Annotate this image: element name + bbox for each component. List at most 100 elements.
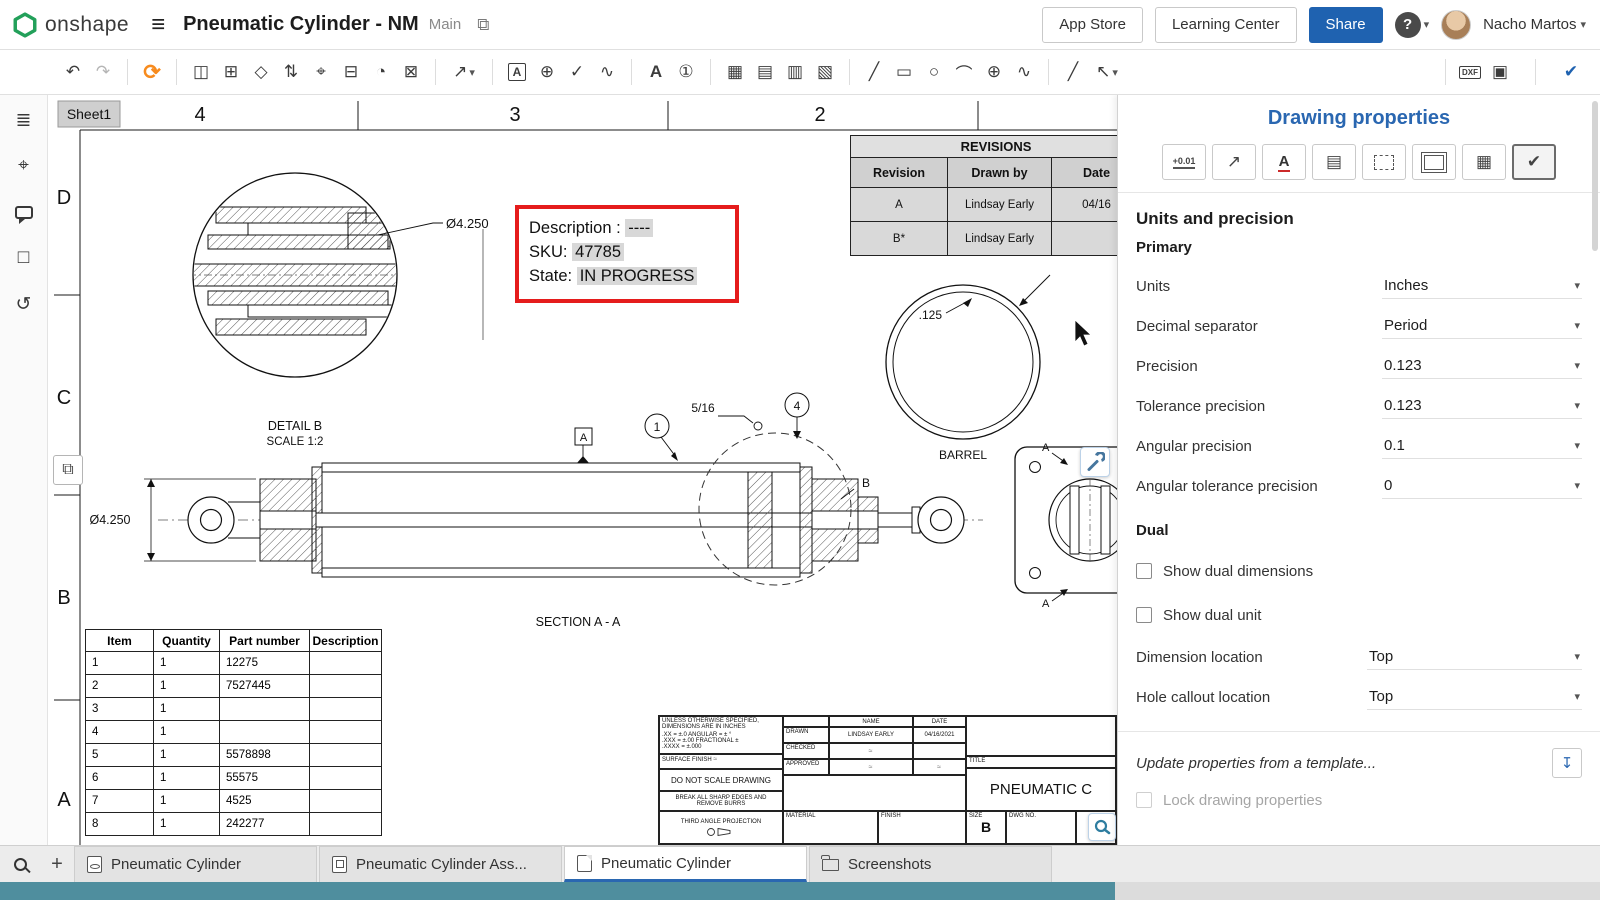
tab-drawing[interactable]: Pneumatic Cylinder [564,846,807,882]
projected-view-button[interactable]: ⊞ [216,57,246,87]
add-tab-button[interactable]: + [40,846,74,882]
tab-assembly[interactable]: Pneumatic Cylinder Ass... [319,846,562,882]
tab-part-studio[interactable]: Pneumatic Cylinder [74,846,317,882]
note-button[interactable]: A [502,57,532,87]
update-from-template-link[interactable]: Update properties from a template... [1136,755,1376,772]
share-button[interactable]: Share [1309,7,1383,43]
help-menu[interactable]: ? ▾ [1395,12,1430,38]
sketch-arc-button[interactable]: ⌒ [949,57,979,87]
table-button[interactable]: ▦ [720,57,750,87]
weld-symbol-button[interactable]: ✓ [562,57,592,87]
sketch-circle-button[interactable]: ○ [919,57,949,87]
insert-view-button[interactable]: ◫ [186,57,216,87]
detail-dimension[interactable]: Ø4.250 [446,216,489,231]
angular-precision-dropdown[interactable]: 0.1 ▾ [1382,433,1582,459]
toolbar-separator [631,59,632,85]
leader-button[interactable]: ↖ ▾ [1088,57,1126,87]
workspace-label[interactable]: Main [429,16,462,33]
parts-icon[interactable]: □ [9,243,39,273]
redo-button[interactable]: ↷ [88,57,118,87]
sketch-point-button[interactable]: ⊕ [979,57,1009,87]
history-icon[interactable]: ↺ [9,289,39,319]
text-button[interactable]: A [641,57,671,87]
sketch-line-button[interactable]: ╱ [859,57,889,87]
dimension-button[interactable]: ↗ ▾ [445,57,483,87]
surface-finish-button[interactable]: ∿ [592,57,622,87]
precision-style-button[interactable]: +0.01 [1162,144,1206,180]
table-style-button[interactable]: ▤ [1312,144,1356,180]
border-style-button[interactable] [1412,144,1456,180]
sheets-panel-button[interactable]: ⧉ [53,455,83,485]
table-cell: 5 [86,744,154,767]
onshape-logo[interactable]: onshape [0,12,129,38]
tab-search-button[interactable] [0,846,40,882]
tolerance-precision-dropdown[interactable]: 0.123 ▾ [1382,393,1582,419]
measure-tool-button[interactable] [1088,813,1116,841]
avatar[interactable] [1441,10,1471,40]
angular-tolerance-precision-dropdown[interactable]: 0 ▾ [1382,473,1582,499]
dimension-location-dropdown[interactable]: Top ▾ [1367,644,1582,670]
main-menu-icon[interactable]: ≡ [151,11,165,39]
export-dxf-button[interactable]: DXF [1455,57,1485,87]
balloon-callout[interactable]: 4 [785,393,809,439]
show-dual-dimensions-checkbox[interactable]: Show dual dimensions [1136,549,1582,593]
sheet-table-button[interactable]: ▦ [1462,144,1506,180]
context-tool-button[interactable] [1080,447,1110,477]
sketch-spline-button[interactable]: ∿ [1009,57,1039,87]
validation-settings-button[interactable]: ✔ [1512,144,1556,180]
units-dropdown[interactable]: Inches ▾ [1382,273,1582,299]
crop-view-button[interactable]: ⊠ [396,57,426,87]
gdt-button[interactable]: ⊕ [532,57,562,87]
lock-drawing-properties-checkbox[interactable]: Lock drawing properties [1136,778,1582,822]
comments-icon[interactable] [9,197,39,227]
dwg-no-cell: DWG NO. [1006,811,1076,844]
top-header: onshape ≡ Pneumatic Cylinder - NM Main ⧉… [0,0,1600,50]
show-dual-unit-checkbox[interactable]: Show dual unit [1136,593,1582,637]
panel-scrollbar[interactable] [1592,101,1598,251]
primary-heading: Primary [1136,239,1582,256]
sheet-tab[interactable]: Sheet1 [58,101,120,127]
mate-connector-icon[interactable]: ⌖ [9,151,39,181]
undo-button[interactable]: ↶ [58,57,88,87]
table-cell [220,698,310,721]
description-value: ---- [625,219,653,237]
title-block[interactable]: UNLESS OTHERWISE SPECIFIED, DIMENSIONS A… [658,715,1117,845]
auxiliary-view-button[interactable]: ◇ [246,57,276,87]
feature-list-icon[interactable]: ≣ [9,105,39,135]
app-store-button[interactable]: App Store [1042,7,1143,43]
table-cell: 4525 [220,790,310,813]
break-out-view-button[interactable]: ◔ [366,57,396,87]
thread-callout[interactable]: 5/16 [691,401,762,430]
precision-dropdown[interactable]: 0.123 ▾ [1382,353,1582,379]
section-view-button[interactable]: ⇅ [276,57,306,87]
datum-tag[interactable]: A [575,428,592,463]
properties-annotation[interactable]: Description : ---- SKU: 47785 State: IN … [515,205,739,303]
bom-table-button[interactable]: ▤ [750,57,780,87]
callout-button[interactable]: ① [671,57,701,87]
insert-image-button[interactable]: ▣ [1485,57,1515,87]
revisions-table[interactable]: REVISIONS Revision Drawn by Date ALindsa… [850,135,1142,256]
sketch-rectangle-button[interactable]: ▭ [889,57,919,87]
versions-icon[interactable]: ⧉ [477,15,489,35]
decimal-separator-dropdown[interactable]: Period ▾ [1382,313,1582,339]
update-views-button[interactable]: ⟳ [137,57,167,87]
broken-view-button[interactable]: ⊟ [336,57,366,87]
line-button[interactable]: ╱ [1058,57,1088,87]
scrollbar-thumb[interactable] [0,882,1115,900]
import-template-button[interactable]: ↧ [1552,748,1582,778]
bom-table[interactable]: Item Quantity Part number Description 11… [85,629,382,836]
tab-screenshots[interactable]: Screenshots [809,846,1052,882]
barrel-dimension[interactable]: .125 [919,308,943,322]
hole-callout-location-dropdown[interactable]: Top ▾ [1367,684,1582,710]
dimension-style-button[interactable]: ↗ [1212,144,1256,180]
learning-center-button[interactable]: Learning Center [1155,7,1297,43]
detail-view-button[interactable]: ⌖ [306,57,336,87]
balloon-callout[interactable]: 1 [645,414,678,461]
hole-table-button[interactable]: ▥ [780,57,810,87]
validate-sheet-button[interactable]: ✔ [1556,57,1586,87]
revision-table-button[interactable]: ▧ [810,57,840,87]
text-style-button[interactable]: A [1262,144,1306,180]
user-menu[interactable]: Nacho Martos ▾ [1483,16,1586,33]
chevron-down-icon: ▾ [469,66,475,79]
view-style-button[interactable] [1362,144,1406,180]
